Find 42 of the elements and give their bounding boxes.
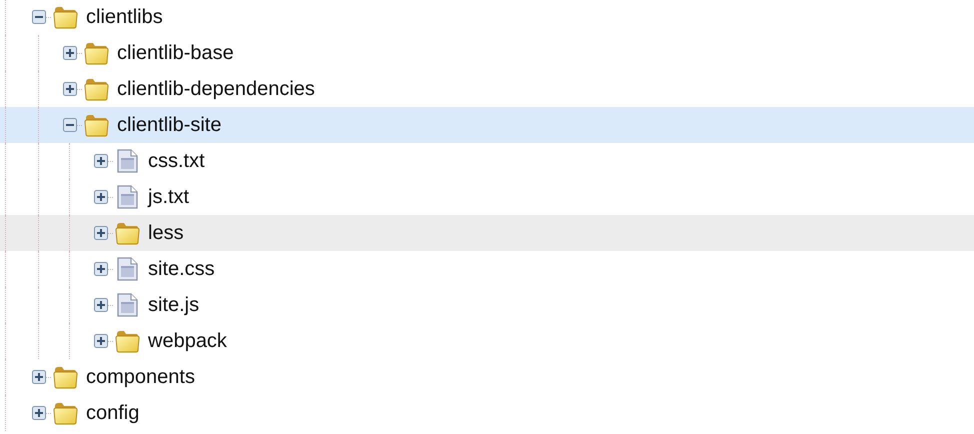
folder-icon [52, 4, 78, 30]
node-label: clientlib-site [117, 114, 222, 136]
folder-icon [52, 400, 78, 426]
expand-icon[interactable] [94, 154, 108, 168]
expand-icon[interactable] [32, 406, 46, 420]
expand-icon[interactable] [94, 262, 108, 276]
node-label: clientlib-base [117, 42, 234, 64]
node-label: components [86, 366, 195, 388]
node-label: config [86, 402, 140, 424]
tree-row[interactable]: clientlib-base [0, 35, 974, 71]
collapse-icon[interactable] [63, 118, 77, 132]
folder-icon [114, 328, 140, 354]
folder-icon [114, 220, 140, 246]
tree-row[interactable]: site.js [0, 287, 974, 323]
node-label: js.txt [148, 186, 190, 208]
tree-row[interactable]: site.css [0, 251, 974, 287]
expand-icon[interactable] [94, 190, 108, 204]
folder-icon [83, 76, 109, 102]
expand-icon[interactable] [94, 298, 108, 312]
tree-row[interactable]: less [0, 215, 974, 251]
expand-icon[interactable] [94, 334, 108, 348]
node-label: site.css [148, 258, 215, 280]
folder-icon [83, 40, 109, 66]
node-label: clientlibs [86, 6, 163, 28]
node-label: css.txt [148, 150, 205, 172]
node-label: clientlib-dependencies [117, 78, 315, 100]
tree-row[interactable]: components [0, 359, 974, 395]
folder-icon [52, 364, 78, 390]
tree-row[interactable]: webpack [0, 323, 974, 359]
expand-icon[interactable] [63, 82, 77, 96]
tree-row[interactable]: clientlib-site [0, 107, 974, 143]
tree-row[interactable]: clientlibs [0, 0, 974, 35]
node-label: webpack [148, 330, 227, 352]
expand-icon[interactable] [32, 370, 46, 384]
node-label: less [148, 222, 184, 244]
collapse-icon[interactable] [32, 10, 46, 24]
tree-row[interactable]: config [0, 395, 974, 431]
folder-icon [83, 112, 109, 138]
expand-icon[interactable] [94, 226, 108, 240]
expand-icon[interactable] [63, 46, 77, 60]
node-label: site.js [148, 294, 200, 316]
tree-row[interactable]: css.txt [0, 143, 974, 179]
